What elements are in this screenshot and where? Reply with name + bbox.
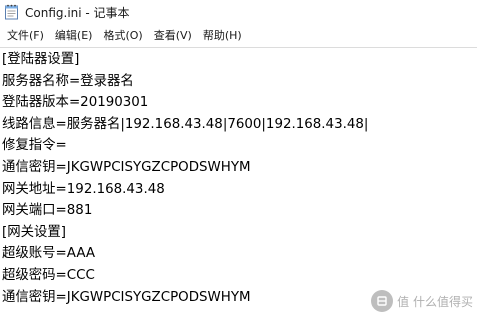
watermark: 值 什么值得买: [371, 290, 473, 312]
document-line: 服务器名称=登录器名: [2, 73, 134, 89]
document-line: [登陆器设置]: [2, 52, 80, 67]
text-editor[interactable]: [登陆器设置] 服务器名称=登录器名 登陆器版本=20190301 线路信息=服…: [0, 47, 477, 316]
window-title: Config.ini - 记事本: [25, 5, 130, 20]
document-line: 网关端口=881: [2, 203, 93, 219]
document-line: 超级密码=CCC: [2, 267, 95, 283]
document-line: 超级账号=AAA: [2, 246, 96, 262]
document-line: 通信密钥=JKGWPCISYGZCPODSWHYM: [2, 159, 251, 175]
menu-view[interactable]: 查看(V): [149, 25, 197, 45]
document-line: 线路信息=服务器名|192.168.43.48|7600|192.168.43.…: [2, 116, 369, 132]
menu-bar: 文件(F) 编辑(E) 格式(O) 查看(V) 帮助(H): [0, 24, 477, 46]
document-text[interactable]: [登陆器设置] 服务器名称=登录器名 登陆器版本=20190301 线路信息=服…: [0, 48, 477, 308]
watermark-text: 值 什么值得买: [397, 294, 473, 309]
menu-edit[interactable]: 编辑(E): [50, 25, 98, 45]
menu-file[interactable]: 文件(F): [2, 25, 49, 45]
document-line: 登陆器版本=20190301: [2, 95, 149, 111]
smzdm-logo-icon: [371, 290, 394, 312]
title-bar[interactable]: Config.ini - 记事本: [0, 0, 477, 24]
document-line: 修复指令=: [2, 138, 67, 154]
menu-format[interactable]: 格式(O): [98, 25, 147, 45]
document-line: 网关地址=192.168.43.48: [2, 181, 165, 197]
notepad-icon: [5, 4, 18, 20]
document-line: [网关设置]: [2, 224, 67, 240]
menu-help[interactable]: 帮助(H): [198, 25, 247, 45]
notepad-window: Config.ini - 记事本 文件(F) 编辑(E) 格式(O) 查看(V)…: [0, 0, 477, 316]
